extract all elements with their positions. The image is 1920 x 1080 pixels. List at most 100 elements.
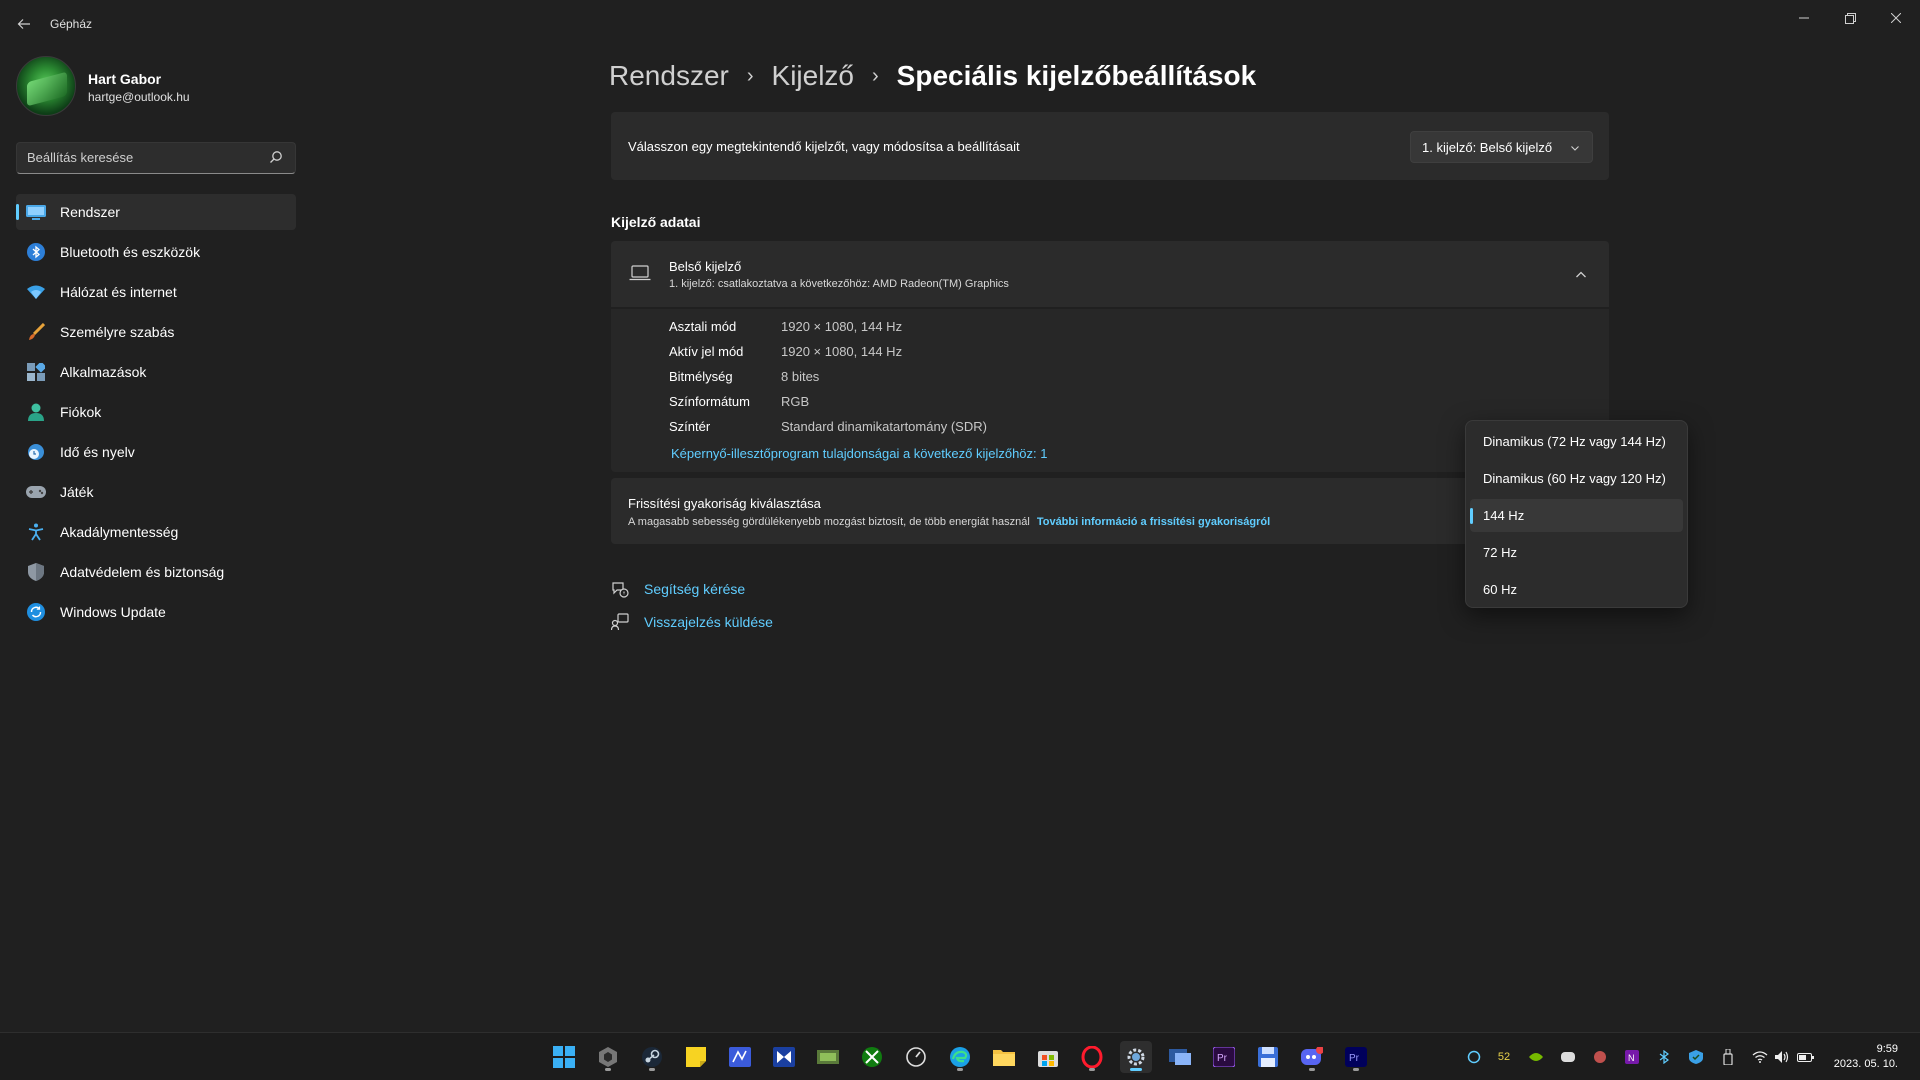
save-disk-icon[interactable] <box>1252 1041 1284 1073</box>
bluetooth-icon <box>26 242 46 262</box>
refresh-rate-info-link[interactable]: További információ a frissítési gyakoris… <box>1037 516 1270 528</box>
store-icon[interactable] <box>1032 1041 1064 1073</box>
edge-icon[interactable] <box>944 1041 976 1073</box>
profile-email: hartge@outlook.hu <box>88 90 190 104</box>
svg-text:N: N <box>1628 1053 1635 1063</box>
steam-icon[interactable] <box>636 1041 668 1073</box>
speedometer-icon[interactable] <box>900 1041 932 1073</box>
chevron-right-icon: › <box>746 64 754 87</box>
bluetooth-tray-icon[interactable] <box>1654 1047 1674 1067</box>
sidebar-item-label: Idő és nyelv <box>60 444 135 460</box>
refresh-option-selected[interactable]: 144 Hz <box>1470 499 1683 532</box>
sidebar-item-akadalymentesseg[interactable]: Akadálymentesség <box>16 514 296 550</box>
security-icon[interactable] <box>1686 1047 1706 1067</box>
chevron-up-icon[interactable] <box>1575 267 1587 283</box>
display-info-header[interactable]: Belső kijelző 1. kijelző: csatlakoztatva… <box>611 241 1609 307</box>
prop-key: Bitmélység <box>669 369 733 384</box>
page-title: Speciális kijelzőbeállítások <box>896 60 1257 91</box>
temperature-readout[interactable]: 52 <box>1494 1047 1514 1067</box>
search-icon[interactable] <box>269 150 285 166</box>
display-name: Belső kijelző <box>669 259 742 274</box>
prop-value: 8 bites <box>781 369 820 384</box>
tray-app-icon[interactable] <box>1590 1047 1610 1067</box>
refresh-option[interactable]: 72 Hz <box>1470 536 1683 569</box>
sidebar-item-label: Bluetooth és eszközök <box>60 244 201 260</box>
refresh-option[interactable]: Dinamikus (72 Hz vagy 144 Hz) <box>1470 425 1683 458</box>
pen-app-icon[interactable] <box>724 1041 756 1073</box>
user-profile[interactable]: Hart Gabor hartge@outlook.hu <box>16 56 296 120</box>
person-icon <box>26 402 46 422</box>
running-indicator <box>1353 1068 1359 1071</box>
search-box[interactable] <box>16 142 296 174</box>
display-select-dropdown[interactable]: 1. kijelző: Belső kijelző <box>1410 131 1593 163</box>
refresh-option[interactable]: 60 Hz <box>1470 573 1683 606</box>
premiere-icon[interactable]: Pr <box>1208 1041 1240 1073</box>
sidebar-item-jatek[interactable]: Játék <box>16 474 296 510</box>
settings-icon[interactable] <box>1120 1041 1152 1073</box>
sidebar-item-adatvedelem[interactable]: Adatvédelem és biztonság <box>16 554 296 590</box>
restore-icon[interactable] <box>1834 6 1866 30</box>
breadcrumb-kijelzo[interactable]: Kijelző <box>772 60 854 92</box>
armoury-crate-icon[interactable] <box>592 1041 624 1073</box>
prop-key: Aktív jel mód <box>669 344 744 359</box>
sticky-notes-icon[interactable] <box>680 1041 712 1073</box>
gpu-monitor-icon[interactable] <box>812 1041 844 1073</box>
prop-key: Színformátum <box>669 394 750 409</box>
refresh-rate-title: Frissítési gyakoriság kiválasztása <box>628 496 821 511</box>
profile-name: Hart Gabor <box>88 71 162 87</box>
back-arrow-icon[interactable] <box>12 12 36 36</box>
discord-icon[interactable] <box>1296 1041 1328 1073</box>
app-title: Gépház <box>50 17 93 31</box>
adapter-properties-link[interactable]: Képernyő-illesztőprogram tulajdonságai a… <box>671 446 1048 461</box>
shield-icon <box>26 562 46 582</box>
search-input[interactable] <box>27 150 257 165</box>
display-select-card: Válasszon egy megtekintendő kijelzőt, va… <box>611 112 1609 180</box>
refresh-rate-description: A magasabb sebesség gördülékenyebb mozgá… <box>628 516 1270 528</box>
chevron-down-icon <box>1570 141 1580 156</box>
usb-icon[interactable] <box>1718 1047 1738 1067</box>
xbox-icon[interactable] <box>856 1041 888 1073</box>
sidebar-item-label: Hálózat és internet <box>60 284 177 300</box>
running-indicator <box>649 1068 655 1071</box>
refresh-rate-card: Frissítési gyakoriság kiválasztása A mag… <box>611 478 1609 544</box>
sidebar-item-halozat[interactable]: Hálózat és internet <box>16 274 296 310</box>
refresh-option[interactable]: Dinamikus (60 Hz vagy 120 Hz) <box>1470 462 1683 495</box>
feedback-icon <box>610 612 630 632</box>
onenote-icon[interactable]: N <box>1622 1047 1642 1067</box>
send-feedback-link[interactable]: Visszajelzés küldése <box>610 611 773 633</box>
accessibility-icon <box>26 522 46 542</box>
clock-time: 9:59 <box>1876 1043 1898 1055</box>
cortana-icon[interactable] <box>1464 1047 1484 1067</box>
breadcrumb-rendszer[interactable]: Rendszer <box>609 60 729 92</box>
display-subtitle: 1. kijelző: csatlakoztatva a következőhö… <box>669 278 1009 290</box>
sidebar-item-bluetooth[interactable]: Bluetooth és eszközök <box>16 234 296 270</box>
volume-icon[interactable] <box>1772 1047 1792 1067</box>
nvidia-icon[interactable] <box>1526 1047 1546 1067</box>
clock[interactable]: 9:59 2023. 05. 10. <box>1834 1042 1898 1072</box>
sidebar-item-ido-es-nyelv[interactable]: Idő és nyelv <box>16 434 296 470</box>
start-icon[interactable] <box>548 1041 580 1073</box>
sidebar-item-windows-update[interactable]: Windows Update <box>16 594 296 630</box>
sidebar-item-szemelyre-szabas[interactable]: Személyre szabás <box>16 314 296 350</box>
sidebar-item-alkalmazasok[interactable]: Alkalmazások <box>16 354 296 390</box>
close-icon[interactable] <box>1880 6 1912 30</box>
svg-text:Pr: Pr <box>1349 1053 1360 1064</box>
sidebar-item-label: Akadálymentesség <box>60 524 179 540</box>
opera-icon[interactable] <box>1076 1041 1108 1073</box>
get-help-link[interactable]: Segítség kérése <box>610 578 745 600</box>
display-select-value: 1. kijelző: Belső kijelző <box>1422 139 1553 155</box>
wifi-tray-icon[interactable] <box>1750 1047 1770 1067</box>
premiere-pro-icon[interactable]: Pr <box>1340 1041 1372 1073</box>
sidebar-item-fiokok[interactable]: Fiókok <box>16 394 296 430</box>
sidebar-item-rendszer[interactable]: Rendszer <box>16 194 296 230</box>
file-explorer-icon[interactable] <box>988 1041 1020 1073</box>
discord-tray-icon[interactable] <box>1558 1047 1578 1067</box>
prop-key: Asztali mód <box>669 319 737 334</box>
battery-icon[interactable] <box>1796 1047 1816 1067</box>
section-title-display-info: Kijelző adatai <box>611 214 701 230</box>
media-app-icon[interactable] <box>768 1041 800 1073</box>
apps-icon <box>26 362 46 382</box>
remote-desktop-icon[interactable] <box>1164 1041 1196 1073</box>
minimize-icon[interactable] <box>1788 6 1820 30</box>
update-icon <box>26 602 46 622</box>
